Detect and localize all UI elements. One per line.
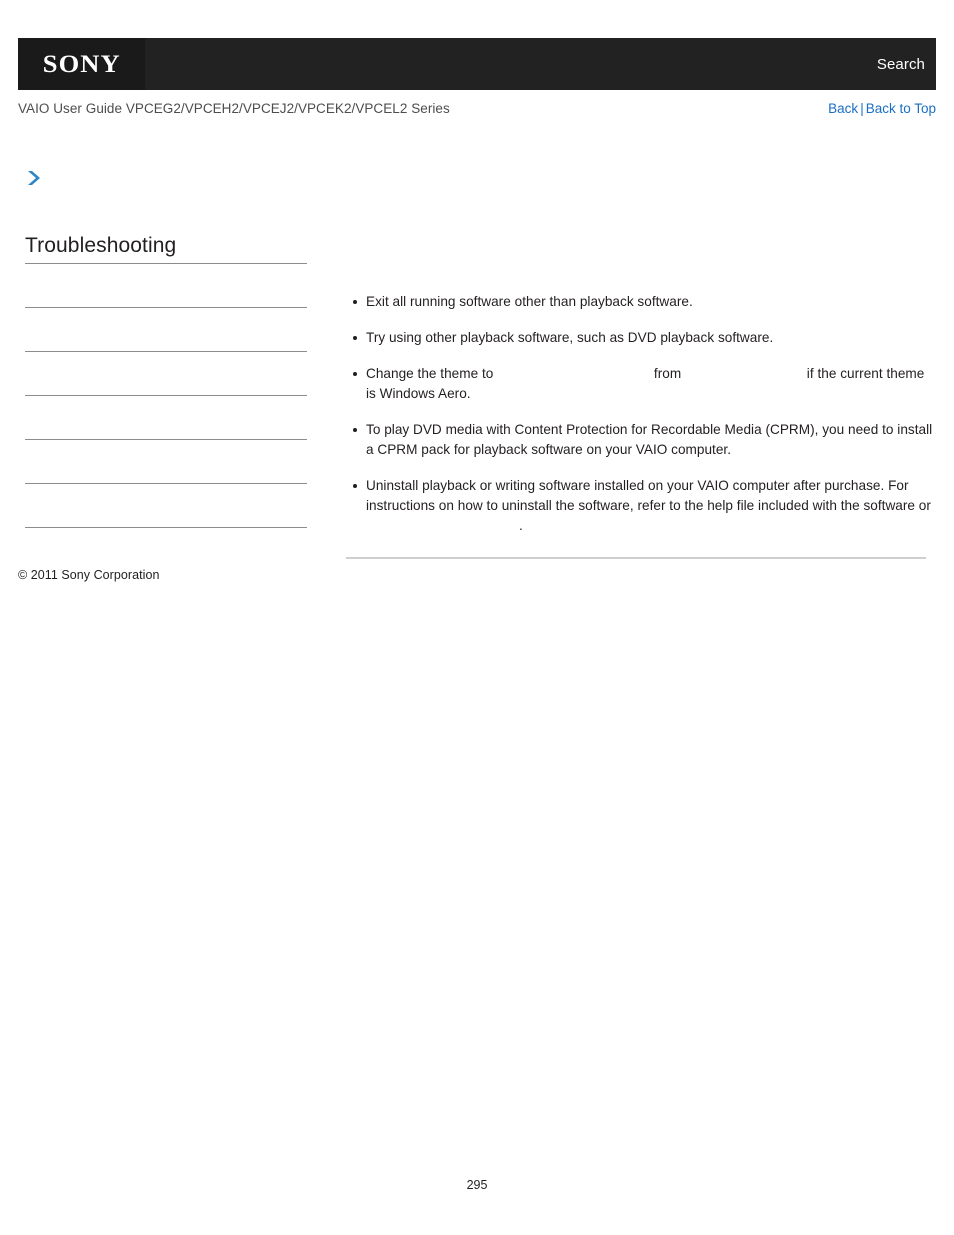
back-link[interactable]: Back — [828, 101, 858, 116]
content-divider — [346, 557, 926, 559]
list-item: To play DVD media with Content Protectio… — [346, 420, 936, 460]
bullet-text: Uninstall playback or writing software i… — [366, 478, 931, 533]
list-item: Change the theme to from if the current … — [346, 364, 936, 404]
list-item: Try using other playback software, such … — [346, 328, 936, 348]
page-number: 295 — [466, 1178, 488, 1192]
copyright-notice: © 2011 Sony Corporation — [18, 568, 160, 582]
bullet-text: To play DVD media with Content Protectio… — [366, 422, 933, 457]
sidebar-item-3[interactable] — [25, 352, 307, 397]
sidebar-item-5[interactable] — [25, 440, 307, 485]
sony-logo-block[interactable]: SONY — [18, 38, 145, 90]
guide-title-row: VAIO User Guide VPCEG2/VPCEH2/VPCEJ2/VPC… — [18, 101, 936, 116]
bullet-text: Try using other playback software, such … — [366, 330, 774, 345]
list-item: Uninstall playback or writing software i… — [346, 476, 936, 536]
guide-title: VAIO User Guide VPCEG2/VPCEH2/VPCEJ2/VPC… — [18, 101, 450, 116]
sidebar-item-1[interactable] — [25, 264, 307, 309]
sony-logo-text: SONY — [42, 50, 121, 78]
page-title: Troubleshooting — [25, 234, 177, 257]
sidebar: Troubleshooting — [25, 168, 307, 529]
chevron-right-icon[interactable] — [25, 168, 307, 188]
list-item: Exit all running software other than pla… — [346, 292, 936, 312]
search-link[interactable]: Search — [877, 56, 936, 73]
back-to-top-link[interactable]: Back to Top — [866, 101, 936, 116]
site-header-bar: SONY Search — [18, 38, 936, 90]
nav-separator: | — [860, 101, 864, 116]
main-content: Exit all running software other than pla… — [346, 292, 936, 559]
sidebar-item-4[interactable] — [25, 396, 307, 441]
sidebar-item-2[interactable] — [25, 308, 307, 353]
troubleshooting-bullet-list: Exit all running software other than pla… — [346, 292, 936, 536]
bullet-text: Exit all running software other than pla… — [366, 294, 693, 309]
page-nav-links: Back | Back to Top — [828, 101, 936, 116]
bullet-text: Change the theme to from if the current … — [366, 366, 925, 401]
sidebar-item-6[interactable] — [25, 484, 307, 529]
